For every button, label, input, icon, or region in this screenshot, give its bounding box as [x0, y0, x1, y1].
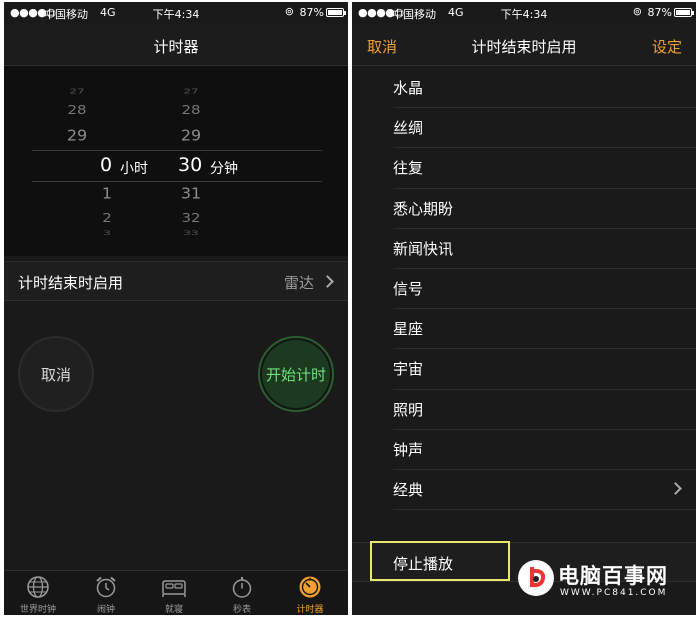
picker-minutes-below: 33	[183, 229, 199, 237]
sound-name: 经典	[393, 480, 424, 499]
tab-label: 世界时钟	[19, 605, 56, 615]
list-separator	[393, 509, 696, 511]
picker-minutes-above: 28	[181, 102, 201, 118]
cancel-button-label: 取消	[40, 365, 71, 384]
timer-screen: ●●●●○ 中国移动 4G 下午4:34 ⊚ 87% 计时器 27 28 29 …	[4, 2, 348, 615]
tab-alarm[interactable]: 闹钟	[72, 571, 140, 615]
picker-hours-above: 27	[69, 86, 85, 96]
picker-hours-below: 2	[102, 210, 112, 226]
status-bar: ●●●●○ 中国移动 4G 下午4:34 ⊚ 87%	[352, 2, 696, 24]
selected-hours: 0	[100, 154, 113, 176]
picker-hours-below: 3	[103, 229, 111, 237]
duration-picker[interactable]: 27 28 29 0 小时 1 2 3 27 28 29 30 分钟 31 32…	[4, 66, 348, 256]
sound-name: 星座	[393, 320, 424, 339]
list-item[interactable]: 经典	[352, 469, 696, 511]
picker-minutes-below: 31	[180, 184, 202, 203]
selected-minutes: 30	[178, 154, 203, 176]
picker-hours-below: 1	[101, 184, 113, 203]
tab-timer[interactable]: 计时器	[276, 571, 344, 615]
status-time: 下午4:34	[500, 8, 548, 21]
sound-name: 往复	[393, 159, 424, 178]
hours-unit-label: 小时	[120, 161, 148, 177]
battery-icon	[674, 8, 694, 17]
tab-label: 秒表	[232, 605, 251, 615]
chevron-right-icon	[669, 482, 682, 495]
chevron-right-icon	[321, 275, 334, 288]
when-timer-ends-value: 雷达	[283, 274, 314, 292]
tab-label: 就寝	[164, 605, 183, 615]
timer-icon	[299, 576, 321, 598]
stopwatch-icon	[232, 577, 252, 598]
battery-percent: 87%	[647, 6, 672, 19]
battery-icon	[326, 8, 346, 17]
picker-minutes-below: 32	[181, 210, 201, 226]
sound-name: 照明	[393, 400, 424, 419]
highlight-box	[370, 541, 510, 581]
sound-picker-screen: ●●●●○ 中国移动 4G 下午4:34 ⊚ 87% 取消 计时结束时启用 设定…	[352, 2, 696, 615]
list-item[interactable]: 往复	[352, 147, 696, 189]
status-bar: ●●●●○ 中国移动 4G 下午4:34 ⊚ 87%	[4, 2, 348, 24]
cancel-button[interactable]: 取消	[18, 336, 94, 412]
watermark-title: 电脑百事网	[558, 564, 668, 588]
sound-name: 钟声	[393, 440, 424, 459]
start-timer-button-label: 开始计时	[265, 365, 326, 384]
navigation-bar: 取消 计时结束时启用 设定	[352, 24, 696, 66]
rotation-lock-icon: ⊚	[284, 5, 294, 18]
minutes-unit-label: 分钟	[210, 161, 238, 177]
sound-name: 新闻快讯	[393, 239, 454, 258]
list-item[interactable]: 宇宙	[352, 348, 696, 390]
alarm-clock-icon	[96, 576, 116, 598]
tab-bar: 世界时钟 闹钟 就寝 秒表 计时器	[4, 570, 348, 615]
picker-minutes-above: 27	[183, 86, 199, 96]
set-button[interactable]: 设定	[652, 36, 682, 57]
tab-label: 闹钟	[96, 605, 115, 615]
watermark: 电脑百事网 WWW.PC841.COM	[516, 556, 696, 606]
sound-name: 信号	[393, 279, 424, 298]
tab-label: 计时器	[296, 605, 324, 615]
picker-minutes-above: 29	[180, 126, 202, 145]
picker-hours-above: 29	[66, 126, 88, 145]
page-title: 计时结束时启用	[471, 38, 577, 56]
page-title: 计时器	[153, 38, 199, 56]
list-item[interactable]: 新闻快讯	[352, 228, 696, 269]
tab-world-clock[interactable]: 世界时钟	[4, 571, 72, 615]
list-item[interactable]: 钟声	[352, 429, 696, 470]
list-item[interactable]: 信号	[352, 268, 696, 310]
when-timer-ends-row[interactable]: 计时结束时启用 雷达	[4, 261, 348, 301]
watermark-logo-icon	[518, 560, 554, 596]
globe-icon	[27, 576, 49, 598]
sound-name: 宇宙	[393, 360, 424, 379]
navigation-bar: 计时器	[4, 24, 348, 66]
list-item[interactable]: 照明	[352, 389, 696, 430]
list-item[interactable]: 水晶	[352, 67, 696, 109]
start-timer-button[interactable]: 开始计时	[258, 336, 334, 412]
picker-selection-band	[32, 150, 322, 182]
rotation-lock-icon: ⊚	[632, 5, 642, 18]
list-item[interactable]: 丝绸	[352, 107, 696, 149]
battery-percent: 87%	[299, 6, 324, 19]
sound-name: 丝绸	[393, 119, 424, 138]
list-item[interactable]: 悉心期盼	[352, 188, 696, 229]
list-item[interactable]: 星座	[352, 308, 696, 350]
sound-list: 水晶丝绸往复悉心期盼新闻快讯信号星座宇宙照明钟声经典	[352, 67, 696, 511]
sound-name: 水晶	[393, 79, 424, 97]
picker-hours-above: 28	[67, 102, 87, 118]
tab-stopwatch[interactable]: 秒表	[208, 571, 276, 615]
bed-icon	[162, 580, 186, 597]
when-timer-ends-label: 计时结束时启用	[18, 274, 124, 292]
sound-name: 悉心期盼	[393, 199, 454, 218]
status-time: 下午4:34	[152, 8, 200, 21]
tab-bedtime[interactable]: 就寝	[140, 571, 208, 615]
watermark-url: WWW.PC841.COM	[560, 588, 668, 598]
